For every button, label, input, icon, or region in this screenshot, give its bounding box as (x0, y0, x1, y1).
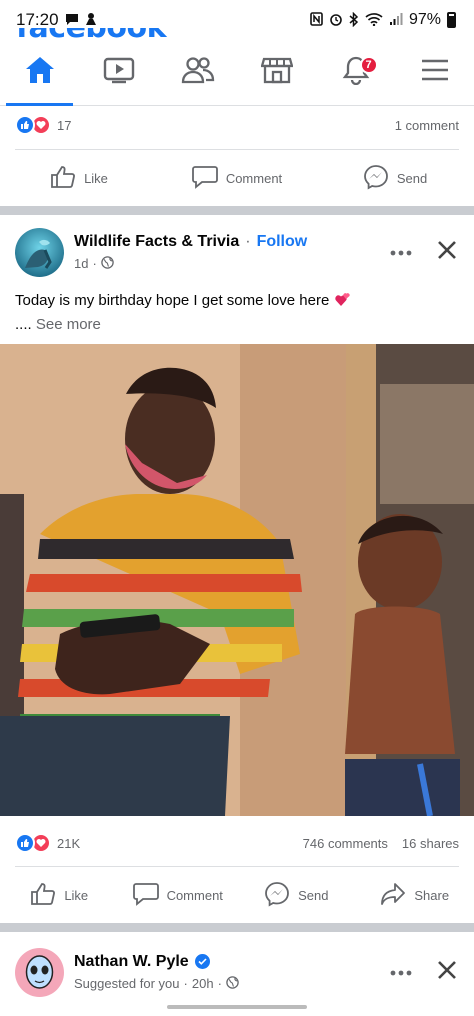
wifi-icon (365, 12, 383, 28)
like-label: Like (64, 887, 89, 903)
post-text: Today is my birthday hope I get some lov… (15, 292, 330, 309)
send-label: Send (298, 887, 329, 903)
post-time[interactable]: 1d (74, 256, 88, 271)
tab-watch[interactable] (79, 40, 158, 105)
comments-count[interactable]: 1 comment (395, 118, 459, 133)
like-button[interactable]: Like (0, 882, 119, 909)
like-icon (50, 165, 76, 192)
suggested-label: Suggested for you (74, 976, 180, 991)
time-separator: · (92, 256, 97, 271)
see-more-label: See more (35, 316, 101, 333)
comment-button[interactable]: Comment (158, 165, 316, 192)
send-button[interactable]: Send (316, 164, 474, 193)
see-more-link[interactable]: .... See more (15, 314, 455, 335)
more-dots-icon (390, 963, 412, 981)
post-time[interactable]: 20h (192, 976, 214, 991)
send-button[interactable]: Send (237, 881, 356, 910)
tab-menu[interactable] (395, 40, 474, 105)
comment-button[interactable]: Comment (119, 882, 238, 909)
battery-percent: 97% (408, 11, 441, 28)
globe-icon (226, 975, 239, 992)
feed-separator (0, 923, 474, 932)
tab-home[interactable] (0, 40, 79, 106)
facebook-logo: facebook (16, 28, 216, 40)
alarm-icon (329, 12, 343, 28)
hide-post-button[interactable] (435, 960, 459, 984)
share-label: Share (414, 887, 450, 903)
battery-icon (447, 12, 456, 28)
prev-post-stats: 17 1 comment (0, 112, 474, 138)
author-name[interactable]: Nathan W. Pyle (74, 953, 189, 971)
like-icon (30, 882, 56, 909)
title-separator: · (245, 232, 251, 250)
comments-count[interactable]: 746 comments (303, 836, 388, 851)
tab-notifications[interactable]: 7 (316, 40, 395, 105)
next-post-header: Nathan W. Pyle Suggested for you · 20h · (0, 942, 474, 1002)
verified-badge-icon (194, 954, 210, 969)
like-label: Like (84, 170, 108, 186)
tray-notification-icon (85, 12, 97, 28)
friends-icon (181, 56, 215, 89)
notification-badge: 7 (359, 56, 378, 74)
more-options-button[interactable] (385, 240, 417, 264)
comment-label: Comment (166, 887, 223, 903)
comment-icon (132, 882, 159, 909)
message-notification-icon (65, 13, 79, 28)
like-reaction-icon (15, 115, 35, 135)
reaction-count: 21K (57, 835, 81, 851)
marketplace-icon (259, 55, 294, 90)
signal-icon (389, 12, 403, 28)
time-separator: · (217, 976, 222, 991)
hide-post-button[interactable] (435, 240, 459, 264)
nfc-icon (310, 12, 323, 28)
share-arrow-icon (380, 882, 406, 909)
page-name[interactable]: Wildlife Facts & Trivia (74, 233, 239, 251)
follow-button[interactable]: Follow (257, 233, 308, 251)
comment-icon (191, 165, 218, 192)
prev-post-actions: Like Comment Send (0, 150, 474, 206)
like-button[interactable]: Like (0, 165, 158, 192)
post-header: Wildlife Facts & Trivia · Follow 1d · (0, 222, 474, 282)
home-indicator[interactable] (167, 1005, 307, 1009)
status-time: 17:20 (16, 10, 59, 29)
reaction-summary[interactable]: 21K (15, 833, 80, 853)
feed-separator (0, 206, 474, 215)
close-icon (437, 960, 457, 985)
main-nav: 7 (0, 40, 474, 106)
more-dots-icon (390, 243, 412, 261)
post-stats: 21K 746 comments 16 shares (0, 830, 474, 856)
tab-friends[interactable] (158, 40, 237, 105)
globe-icon (101, 255, 114, 272)
menu-icon (420, 58, 450, 87)
messenger-send-icon (264, 881, 290, 910)
watch-video-icon (103, 56, 135, 89)
heart-emoji-icon (334, 290, 352, 314)
share-button[interactable]: Share (356, 882, 474, 909)
author-avatar[interactable] (15, 947, 64, 997)
close-icon (437, 240, 457, 265)
messenger-send-icon (363, 164, 389, 193)
reaction-count: 17 (57, 117, 72, 133)
home-icon (24, 55, 56, 90)
post-body: Today is my birthday hope I get some lov… (15, 290, 455, 335)
send-label: Send (396, 170, 428, 186)
bluetooth-icon (349, 11, 359, 29)
post-actions: Like Comment Send Share (0, 867, 474, 923)
more-options-button[interactable] (385, 960, 417, 984)
shares-count[interactable]: 16 shares (402, 836, 459, 851)
tab-marketplace[interactable] (237, 40, 316, 105)
like-reaction-icon (15, 833, 35, 853)
reaction-summary[interactable]: 17 (15, 115, 71, 135)
comment-label: Comment (225, 170, 283, 186)
time-separator: · (183, 976, 188, 991)
page-avatar[interactable] (15, 227, 64, 277)
post-photo[interactable] (0, 344, 474, 816)
